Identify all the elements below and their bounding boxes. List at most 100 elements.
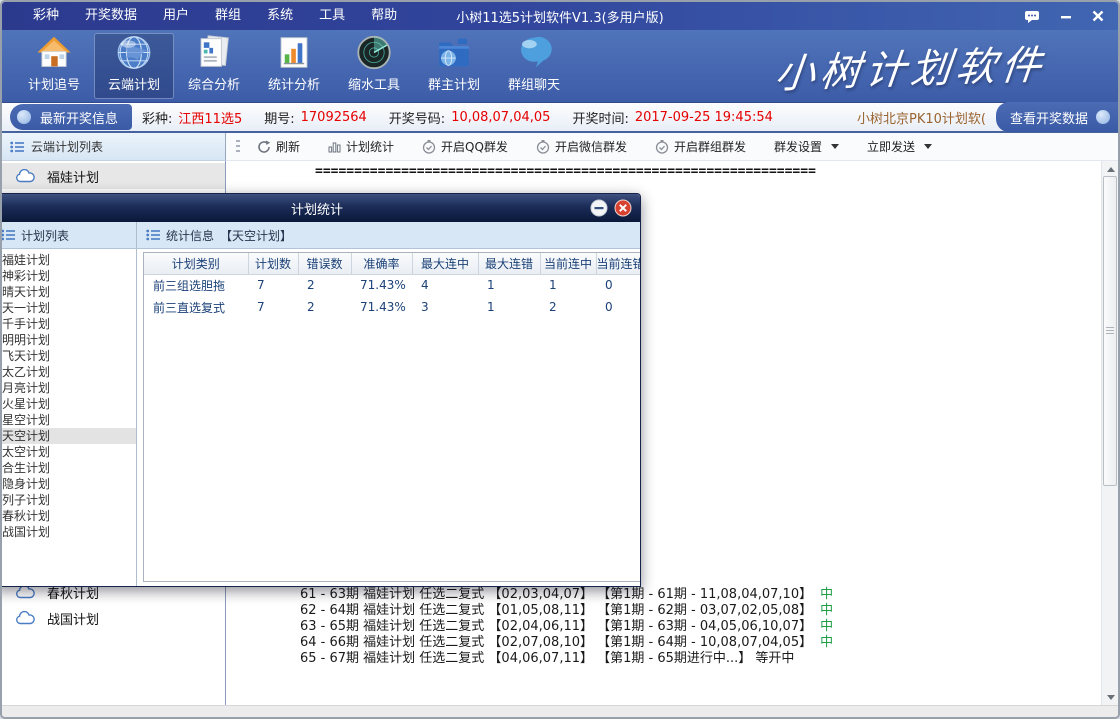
toolbar-cloud-plan[interactable]: 云端计划 <box>94 33 174 99</box>
qq-broadcast-button[interactable]: 开启QQ群发 <box>419 136 511 157</box>
toolbar-plan-chase[interactable]: 计划追号 <box>14 33 94 99</box>
plan-list-header: 计划列表 <box>2 222 137 248</box>
menu-item[interactable]: 彩种 <box>20 2 72 30</box>
refresh-button[interactable]: 刷新 <box>254 136 303 157</box>
issue-value: 17092564 <box>301 110 367 125</box>
dialog-plan-item[interactable]: 天一计划 <box>2 300 136 316</box>
toolbar-group-chat[interactable]: 群组聊天 <box>494 33 574 99</box>
sidebar-plan-item[interactable]: 福娃计划 <box>2 163 225 189</box>
dialog-close-icon[interactable] <box>614 199 632 221</box>
menu-bar: 彩种开奖数据用户群组系统工具帮助 <box>2 2 410 30</box>
dialog-plan-item[interactable]: 太乙计划 <box>2 364 136 380</box>
latest-draw-button[interactable]: 最新开奖信息 <box>10 104 132 130</box>
minimize-icon[interactable] <box>1060 10 1072 22</box>
dialog-plan-item[interactable]: 隐身计划 <box>2 476 136 492</box>
cloud-icon <box>15 585 35 599</box>
sidebar-header-label: 云端计划列表 <box>31 138 103 155</box>
dialog-plan-item[interactable]: 春秋计划 <box>2 508 136 524</box>
time-label: 开奖时间: <box>572 108 628 127</box>
view-draw-data-button[interactable]: 查看开奖数据 <box>996 102 1118 132</box>
menu-item[interactable]: 用户 <box>150 2 202 30</box>
dialog-plan-item[interactable]: 飞天计划 <box>2 348 136 364</box>
sidebar-header: 云端计划列表 <box>2 133 226 161</box>
menu-item[interactable]: 群组 <box>202 2 254 30</box>
close-icon[interactable] <box>1092 10 1104 22</box>
dialog-plan-item[interactable]: 合生计划 <box>2 460 136 476</box>
dialog-plan-item[interactable]: 火星计划 <box>2 396 136 412</box>
cloud-icon <box>15 169 35 183</box>
barchart-icon <box>274 34 314 71</box>
dialog-plan-item[interactable]: 天空计划 <box>2 428 136 444</box>
content-area: 福娃计划 神彩计划 晴天计划 天一计划 <box>2 161 1118 705</box>
numbers-value: 10,08,07,04,05 <box>451 110 550 125</box>
issue-number: 期号: 17092564 <box>264 108 367 127</box>
toolbar-label: 云端计划 <box>108 74 160 93</box>
scroll-down-button[interactable] <box>1102 689 1118 705</box>
clock-icon <box>422 140 436 154</box>
group-broadcast-button[interactable]: 开启群组群发 <box>652 136 749 157</box>
sidebar-plan-item[interactable]: 战国计划 <box>2 605 225 631</box>
dialog-plan-item[interactable]: 列子计划 <box>2 492 136 508</box>
dialog-plan-item[interactable]: 晴天计划 <box>2 284 136 300</box>
plan-line: 61 - 63期 福娃计划 任选二复式 【02,03,04,07】 【第1期 -… <box>300 587 833 603</box>
list-icon <box>146 229 160 241</box>
main-toolbar: 计划追号 云端计划 综合分析 统计分析 缩水工具 群主计划 群组聊天 小树计划软… <box>2 30 1118 103</box>
broadcast-settings-dropdown[interactable]: 群发设置 <box>771 136 842 157</box>
dialog-plan-item[interactable]: 太空计划 <box>2 444 136 460</box>
toolbar-label: 群组聊天 <box>508 74 560 93</box>
house-icon <box>34 34 74 71</box>
toolbar-comprehensive-analysis[interactable]: 综合分析 <box>174 33 254 99</box>
separator-line: ========================================… <box>315 164 816 179</box>
toolbar-grip[interactable] <box>236 140 240 154</box>
dialog-minimize-icon[interactable] <box>590 199 608 221</box>
time-value: 2017-09-25 19:45:54 <box>635 110 773 125</box>
menu-item[interactable]: 工具 <box>306 2 358 30</box>
chevron-down-icon <box>924 144 932 149</box>
stats-table: 计划类别 计划数 错误数 准确率 最大连中 最大连错 当前连中 当前连错 <box>144 253 640 318</box>
dialog-title: 计划统计 <box>291 199 343 218</box>
info-bar: 最新开奖信息 彩种: 江西11选5 期号: 17092564 开奖号码: 10,… <box>2 103 1118 133</box>
report-icon <box>194 34 234 71</box>
scrollbar-grip <box>1106 327 1114 335</box>
dialog-plan-item[interactable]: 神彩计划 <box>2 268 136 284</box>
plan-line: 62 - 64期 福娃计划 任选二复式 【01,05,08,11】 【第1期 -… <box>300 603 833 619</box>
scrollbar-thumb[interactable] <box>1103 176 1117 486</box>
dialog-plan-item[interactable]: 明明计划 <box>2 332 136 348</box>
wechat-broadcast-button[interactable]: 开启微信群发 <box>533 136 630 157</box>
toolbar-label: 群主计划 <box>428 74 480 93</box>
dialog-plan-item[interactable]: 福娃计划 <box>2 252 136 268</box>
menu-item[interactable]: 开奖数据 <box>72 2 150 30</box>
toolbar-shrink-tool[interactable]: 缩水工具 <box>334 33 414 99</box>
stats-row: 前三组选胆拖 7 2 71.43% 4 1 1 0 <box>144 274 640 296</box>
scroll-up-button[interactable] <box>1102 161 1118 177</box>
vertical-scrollbar[interactable] <box>1101 161 1118 705</box>
lottery-value: 江西11选5 <box>178 108 242 127</box>
toolbar-statistics-analysis[interactable]: 统计分析 <box>254 33 334 99</box>
toolbar-label: 缩水工具 <box>348 74 400 93</box>
message-icon[interactable] <box>1024 10 1040 23</box>
toolbar-label: 计划追号 <box>28 74 80 93</box>
stats-header-row: 计划类别 计划数 错误数 准确率 最大连中 最大连错 当前连中 当前连错 <box>144 253 640 274</box>
dialog-plan-item[interactable]: 星空计划 <box>2 412 136 428</box>
dialog-plan-item[interactable]: 月亮计划 <box>2 380 136 396</box>
hit-badge: 中 <box>820 603 833 618</box>
menu-item[interactable]: 帮助 <box>358 2 410 30</box>
list-icon <box>2 229 15 241</box>
stats-icon <box>328 140 341 153</box>
window-bottom-edge <box>2 705 1118 717</box>
stats-row: 前三直选复式 7 2 71.43% 3 1 2 0 <box>144 296 640 318</box>
stats-panel: 计划类别 计划数 错误数 准确率 最大连中 最大连错 当前连中 当前连错 <box>137 249 640 586</box>
hit-badge: 中 <box>820 587 833 602</box>
dialog-plan-list: 福娃计划神彩计划晴天计划天一计划千手计划明明计划飞天计划太乙计划月亮计划火星计划… <box>2 249 137 586</box>
plan-line: 63 - 65期 福娃计划 任选二复式 【02,04,06,11】 【第1期 -… <box>300 619 833 635</box>
toolbar-group-owner-plan[interactable]: 群主计划 <box>414 33 494 99</box>
clock-icon <box>655 140 669 154</box>
dialog-plan-item[interactable]: 战国计划 <box>2 524 136 540</box>
menu-item[interactable]: 系统 <box>254 2 306 30</box>
send-now-dropdown[interactable]: 立即发送 <box>864 136 935 157</box>
chevron-down-icon <box>831 144 839 149</box>
app-window: 彩种开奖数据用户群组系统工具帮助 小树11选5计划软件V1.3(多用户版) 计划… <box>0 0 1120 719</box>
dialog-plan-item[interactable]: 千手计划 <box>2 316 136 332</box>
hit-badge: 中 <box>820 619 833 634</box>
plan-stats-button[interactable]: 计划统计 <box>325 136 397 157</box>
